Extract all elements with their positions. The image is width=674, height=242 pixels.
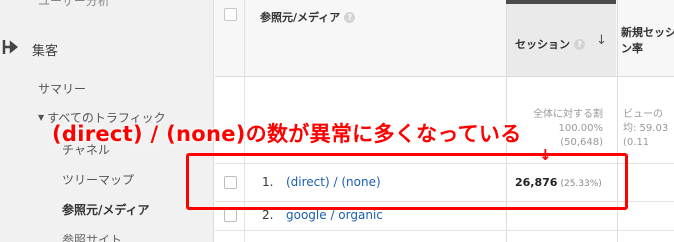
new-sessions-summary-avg: 均: 59.03 — [623, 123, 669, 134]
column-header-sessions-label: セッション — [515, 38, 570, 51]
sorted-column-indicator — [506, 0, 616, 4]
sessions-summary-total: (50,648) — [560, 137, 603, 148]
sessions-summary-pct: 100.00% — [558, 123, 604, 134]
acquisition-icon — [2, 40, 19, 54]
sidebar-item-referrals[interactable]: 参照サイト — [62, 231, 122, 242]
new-sessions-summary: ビューの 均: 59.03 (0.11 — [623, 108, 668, 150]
arrow-down-icon: ↓ — [539, 146, 552, 164]
sidebar-item-users[interactable]: ユーザー分析 — [38, 0, 110, 9]
sidebar-item-acquisition[interactable]: 集客 — [32, 40, 58, 59]
column-header-media[interactable]: 参照元/メディア? — [260, 9, 356, 25]
sessions-summary-label: 全体に対する割 — [533, 109, 603, 120]
help-icon[interactable]: ? — [344, 12, 356, 23]
sort-down-icon[interactable]: ↓ — [596, 33, 607, 48]
row-checkbox[interactable] — [224, 209, 237, 222]
column-header-media-label: 参照元/メディア — [260, 11, 341, 24]
highlight-box — [186, 153, 628, 210]
sidebar-item-treemap[interactable]: ツリーマップ — [62, 171, 134, 188]
select-all-checkbox[interactable] — [224, 8, 237, 21]
row-divider — [215, 230, 674, 231]
column-header-new-sessions[interactable]: 新規セッシ — [621, 24, 674, 40]
caret-down-icon: ▼ — [38, 113, 45, 122]
row-source-link[interactable]: google / organic — [286, 208, 383, 222]
sidebar-item-summary[interactable]: サマリー — [38, 80, 86, 97]
sessions-summary: 全体に対する割 100.00% (50,648) — [515, 108, 603, 150]
annotation-text: (direct) / (none)の数が異常に多くなっている — [52, 122, 522, 146]
new-sessions-summary-total: (0.11 — [623, 137, 650, 148]
column-header-new-sessions-line2: ン率 — [621, 42, 643, 55]
row-number: 2. — [262, 208, 274, 222]
new-sessions-summary-label: ビューの — [623, 109, 663, 120]
column-header-sessions[interactable]: セッション? — [515, 36, 585, 52]
sidebar-item-referral-media[interactable]: 参照元/メディア — [62, 201, 150, 218]
help-icon[interactable]: ? — [574, 39, 585, 50]
